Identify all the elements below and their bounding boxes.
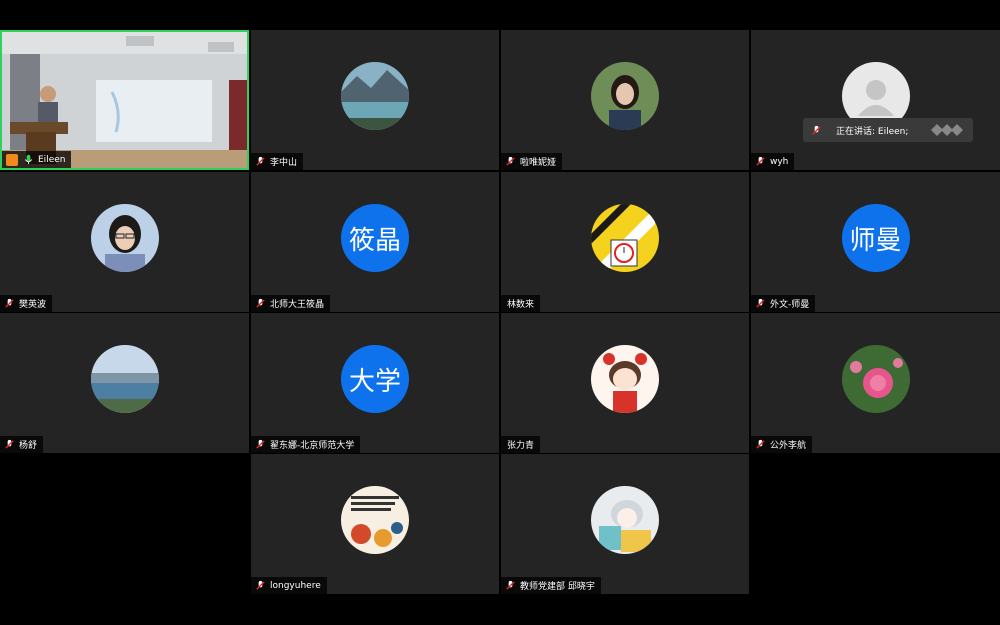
- video-tile-eileen[interactable]: Eileen: [0, 30, 249, 170]
- video-tile-participant[interactable]: 大学 翟东娜-北京师范大学: [251, 313, 499, 453]
- microphone-muted-icon: [255, 156, 266, 167]
- microphone-muted-icon: [255, 439, 266, 450]
- participant-name: 杨舒: [19, 441, 38, 451]
- audio-level-icon: [931, 124, 965, 136]
- avatar: [90, 345, 159, 413]
- microphone-muted-icon: [755, 298, 766, 309]
- participant-nameplate: 杨舒: [0, 436, 44, 453]
- participant-nameplate: 张力青: [501, 436, 541, 453]
- speaking-indicator: 正在讲话: Eileen;: [803, 118, 973, 142]
- participant-nameplate: 李中山: [251, 153, 304, 170]
- participant-name: wyh: [770, 156, 789, 167]
- participant-nameplate: 教师党建部 邱晓宇: [501, 577, 601, 594]
- book-cover-art: [341, 486, 409, 554]
- avatar-initials: 大学: [348, 366, 401, 397]
- participant-name: 外文-师曼: [770, 300, 810, 310]
- video-tile-participant[interactable]: 教师党建部 邱晓宇: [501, 454, 749, 594]
- participant-nameplate: wyh: [751, 153, 795, 170]
- speaking-text: 正在讲话: Eileen;: [836, 126, 909, 137]
- participant-name: Eileen: [38, 154, 66, 165]
- video-tile-participant[interactable]: 杨舒: [0, 313, 249, 453]
- participant-name: 樊英波: [19, 300, 47, 310]
- microphone-muted-icon: [811, 125, 822, 136]
- lake-mountain-photo: [341, 62, 409, 130]
- video-tile-participant[interactable]: 啦唯妮娅: [501, 30, 749, 170]
- participant-name: 公外李航: [770, 441, 807, 451]
- participant-nameplate: longyuhere: [251, 577, 327, 594]
- video-tile-participant[interactable]: 公外李航: [751, 313, 1000, 453]
- participant-name: 林数来: [507, 300, 535, 310]
- avatar: [591, 486, 659, 554]
- avatar: [341, 486, 409, 554]
- participant-name: 翟东娜-北京师范大学: [270, 441, 355, 451]
- avatar-text: 师曼: [841, 204, 910, 272]
- video-tile-participant[interactable]: longyuhere: [251, 454, 499, 594]
- participant-nameplate: 公外李航: [751, 436, 813, 453]
- microphone-muted-icon: [4, 439, 15, 450]
- microphone-active-icon: [23, 154, 34, 165]
- participant-name: 张力青: [507, 441, 535, 451]
- video-tile-participant[interactable]: 李中山: [251, 30, 499, 170]
- participant-nameplate: 林数来: [501, 295, 541, 312]
- stage-video: [2, 32, 247, 168]
- participant-nameplate: 北师大王筱晶: [251, 295, 331, 312]
- participant-name: 李中山: [270, 158, 298, 168]
- person-add-icon: [6, 153, 18, 166]
- microphone-muted-icon: [255, 298, 266, 309]
- video-tile-participant[interactable]: 筱晶 北师大王筱晶: [251, 172, 499, 312]
- woman-glasses-photo: [90, 204, 159, 272]
- microphone-muted-icon: [255, 580, 266, 591]
- anime-illustration: [591, 486, 659, 554]
- participant-name: 北师大王筱晶: [270, 300, 325, 310]
- microphone-muted-icon: [4, 298, 15, 309]
- video-tile-participant[interactable]: 樊英波: [0, 172, 249, 312]
- lake-landscape-photo: [90, 345, 159, 413]
- avatar: [591, 204, 659, 272]
- avatar-text: 筱晶: [341, 204, 409, 272]
- microphone-muted-icon: [505, 156, 516, 167]
- video-tile-participant[interactable]: wyh: [751, 30, 1000, 170]
- peony-flower-photo: [841, 345, 910, 413]
- participant-nameplate: 翟东娜-北京师范大学: [251, 436, 361, 453]
- participant-name: longyuhere: [270, 580, 321, 591]
- video-tile-participant[interactable]: 师曼 外文-师曼: [751, 172, 1000, 312]
- participant-nameplate: Eileen: [2, 151, 72, 168]
- math-tools-illustration: [591, 204, 659, 272]
- video-tile-participant[interactable]: 林数来: [501, 172, 749, 312]
- woman-portrait-photo: [591, 62, 659, 130]
- avatar: [90, 204, 159, 272]
- microphone-muted-icon: [505, 580, 516, 591]
- video-tile-participant[interactable]: 张力青: [501, 313, 749, 453]
- microphone-muted-icon: [755, 439, 766, 450]
- microphone-muted-icon: [755, 156, 766, 167]
- participant-nameplate: 啦唯妮娅: [501, 153, 563, 170]
- cartoon-girl-illustration: [591, 345, 659, 413]
- avatar-initials: 筱晶: [348, 225, 401, 256]
- participant-nameplate: 樊英波: [0, 295, 53, 312]
- avatar-initials: 师曼: [849, 225, 902, 256]
- avatar: [841, 345, 910, 413]
- avatar-text: 大学: [341, 345, 409, 413]
- avatar: [591, 62, 659, 130]
- avatar: [591, 345, 659, 413]
- participant-name: 啦唯妮娅: [520, 158, 557, 168]
- participant-nameplate: 外文-师曼: [751, 295, 816, 312]
- avatar: [341, 62, 409, 130]
- participant-name: 教师党建部 邱晓宇: [520, 582, 595, 592]
